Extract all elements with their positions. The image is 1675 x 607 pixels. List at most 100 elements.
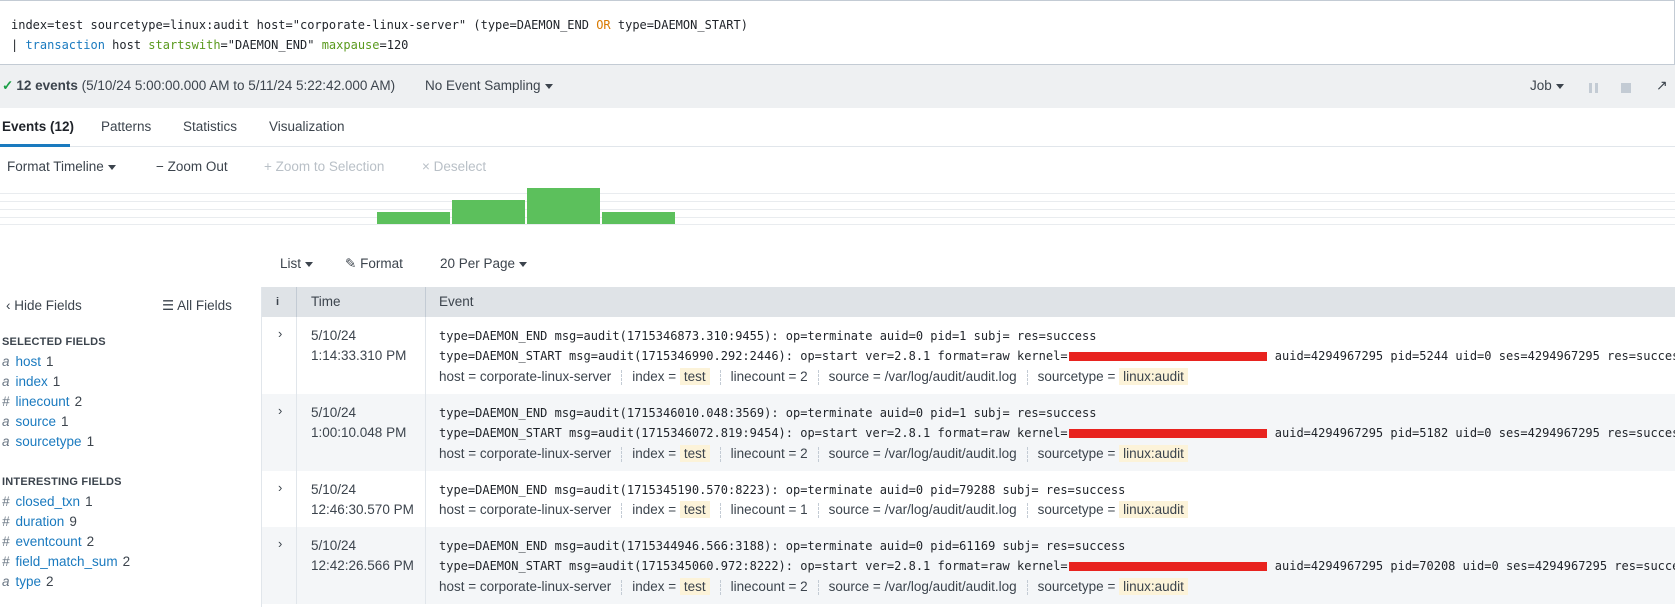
field-value-linecount[interactable]: 2 [800, 446, 808, 461]
tab-events[interactable]: Events (12) [2, 119, 74, 134]
search-operator-or: OR [596, 18, 611, 32]
expand-chevron-icon[interactable]: › [278, 480, 282, 495]
field-value-sourcetype[interactable]: linux:audit [1119, 368, 1188, 385]
expand-chevron-icon[interactable]: › [278, 536, 282, 551]
field-key-host: host = [439, 579, 477, 594]
event-sampling-dropdown[interactable]: No Event Sampling [425, 78, 553, 93]
histogram-bar[interactable] [377, 212, 450, 224]
event-raw-line: type=DAEMON_START msg=audit(1715346072.8… [439, 426, 1675, 440]
field-value-sourcetype[interactable]: linux:audit [1119, 445, 1188, 462]
field-value-sourcetype[interactable]: linux:audit [1119, 501, 1188, 518]
redaction-mark [1068, 562, 1267, 571]
field-value-source[interactable]: /var/log/audit/audit.log [885, 579, 1017, 594]
field-key-index: index = [632, 579, 677, 594]
histogram-bar[interactable] [452, 200, 525, 224]
job-status: ✓ 12 events (5/10/24 5:00:00.000 AM to 5/… [2, 78, 395, 94]
event-raw-text: type=DAEMON_START msg=audit(1715346072.8… [439, 426, 1068, 440]
field-value-sourcetype[interactable]: linux:audit [1119, 578, 1188, 595]
tab-statistics[interactable]: Statistics [183, 119, 237, 134]
field-value-host[interactable]: corporate-linux-server [480, 369, 611, 384]
field-item-sourcetype[interactable]: a sourcetype 1 [2, 434, 94, 449]
format-timeline-label: Format Timeline [7, 159, 104, 174]
field-value-index[interactable]: test [679, 578, 710, 595]
timeline-histogram[interactable] [0, 185, 1675, 227]
selected-fields-title: SELECTED FIELDS [2, 336, 106, 348]
field-item-eventcount[interactable]: # eventcount 2 [2, 534, 94, 549]
field-value-linecount[interactable]: 2 [800, 579, 808, 594]
event-date: 5/10/24 [311, 405, 357, 420]
deselect-button[interactable]: × Deselect [422, 159, 486, 174]
hide-fields-label: Hide Fields [14, 298, 82, 313]
time-column-header[interactable]: Time [311, 294, 341, 309]
field-count: 9 [69, 514, 77, 529]
expand-chevron-icon[interactable]: › [278, 326, 282, 341]
event-raw-line: type=DAEMON_END msg=audit(1715346873.310… [439, 329, 1097, 343]
expand-chevron-icon[interactable]: › [278, 403, 282, 418]
stop-icon[interactable] [1621, 83, 1631, 93]
per-page-label: 20 Per Page [440, 256, 516, 271]
per-page-dropdown[interactable]: 20 Per Page [440, 256, 528, 271]
job-menu-button[interactable]: Job [1530, 78, 1564, 93]
search-command: transaction [25, 38, 105, 52]
field-item-type[interactable]: a type 2 [2, 574, 54, 589]
field-value-host[interactable]: corporate-linux-server [480, 502, 611, 517]
event-time[interactable]: 5/10/24 1:00:10.048 PM [311, 403, 406, 443]
tab-visualization[interactable]: Visualization [269, 119, 345, 134]
zoom-to-selection-button[interactable]: + Zoom to Selection [264, 159, 384, 174]
field-type-icon: # [2, 554, 10, 569]
info-column-header[interactable]: i [276, 296, 279, 308]
event-time[interactable]: 5/10/24 1:14:33.310 PM [311, 326, 406, 366]
field-item-closed-txn[interactable]: # closed_txn 1 [2, 494, 93, 509]
search-text: ="DAEMON_END" [220, 38, 322, 52]
field-type-icon: a [2, 414, 10, 429]
field-item-index[interactable]: a index 1 [2, 374, 60, 389]
redaction-mark [1068, 429, 1267, 438]
field-item-duration[interactable]: # duration 9 [2, 514, 77, 529]
caret-down-icon [1555, 83, 1564, 89]
histogram-bar[interactable] [602, 212, 675, 224]
event-time[interactable]: 5/10/24 12:46:30.570 PM [311, 480, 414, 520]
field-key-index: index = [632, 446, 677, 461]
field-item-field-match-sum[interactable]: # field_match_sum 2 [2, 554, 130, 569]
field-value-index[interactable]: test [679, 445, 710, 462]
event-fields: host = corporate-linux-server index = tes… [439, 578, 1188, 595]
field-value-index[interactable]: test [679, 501, 710, 518]
field-key-linecount: linecount = [730, 502, 797, 517]
field-count: 1 [52, 374, 61, 389]
zoom-out-button[interactable]: − Zoom Out [156, 159, 228, 174]
field-item-source[interactable]: a source 1 [2, 414, 69, 429]
caret-down-icon [305, 261, 314, 267]
field-value-host[interactable]: corporate-linux-server [480, 579, 611, 594]
job-label: Job [1530, 78, 1552, 93]
tab-patterns[interactable]: Patterns [101, 119, 151, 134]
all-fields-button[interactable]: ☰ All Fields [162, 298, 232, 314]
field-value-host[interactable]: corporate-linux-server [480, 446, 611, 461]
pause-icon[interactable] [1589, 83, 1598, 93]
field-key-sourcetype: sourcetype = [1037, 369, 1116, 384]
field-value-source[interactable]: /var/log/audit/audit.log [885, 446, 1017, 461]
share-icon[interactable]: ↗ [1656, 77, 1668, 94]
format-button[interactable]: ✎ Format [345, 256, 403, 272]
event-column-header[interactable]: Event [439, 294, 474, 309]
field-value-index[interactable]: test [679, 368, 710, 385]
field-item-linecount[interactable]: # linecount 2 [2, 394, 82, 409]
table-row: › 5/10/24 1:00:10.048 PM type=DAEMON_END ms… [262, 394, 1675, 471]
event-time[interactable]: 5/10/24 12:42:26.566 PM [311, 536, 414, 576]
field-value-source[interactable]: /var/log/audit/audit.log [885, 369, 1017, 384]
search-text: host [104, 38, 149, 52]
event-raw-text: auid=4294967295 pid=5244 uid=0 ses=42949… [1267, 349, 1675, 363]
field-key-sourcetype: sourcetype = [1037, 502, 1116, 517]
field-value-linecount[interactable]: 1 [800, 502, 808, 517]
event-raw-line: type=DAEMON_START msg=audit(1715346990.2… [439, 349, 1675, 363]
search-text: type=DAEMON_START) [610, 18, 748, 32]
event-timestamp: 1:14:33.310 PM [311, 348, 407, 363]
histogram-bar[interactable] [527, 188, 600, 224]
field-value-source[interactable]: /var/log/audit/audit.log [885, 502, 1017, 517]
list-view-dropdown[interactable]: List [280, 256, 314, 271]
format-timeline-dropdown[interactable]: Format Timeline [7, 159, 116, 174]
search-query-editor[interactable]: index=test sourcetype=linux:audit host="… [0, 0, 1675, 65]
field-item-host[interactable]: a host 1 [2, 354, 54, 369]
field-value-linecount[interactable]: 2 [800, 369, 808, 384]
hide-fields-button[interactable]: ‹ Hide Fields [6, 298, 82, 313]
field-key-index: index = [632, 369, 677, 384]
